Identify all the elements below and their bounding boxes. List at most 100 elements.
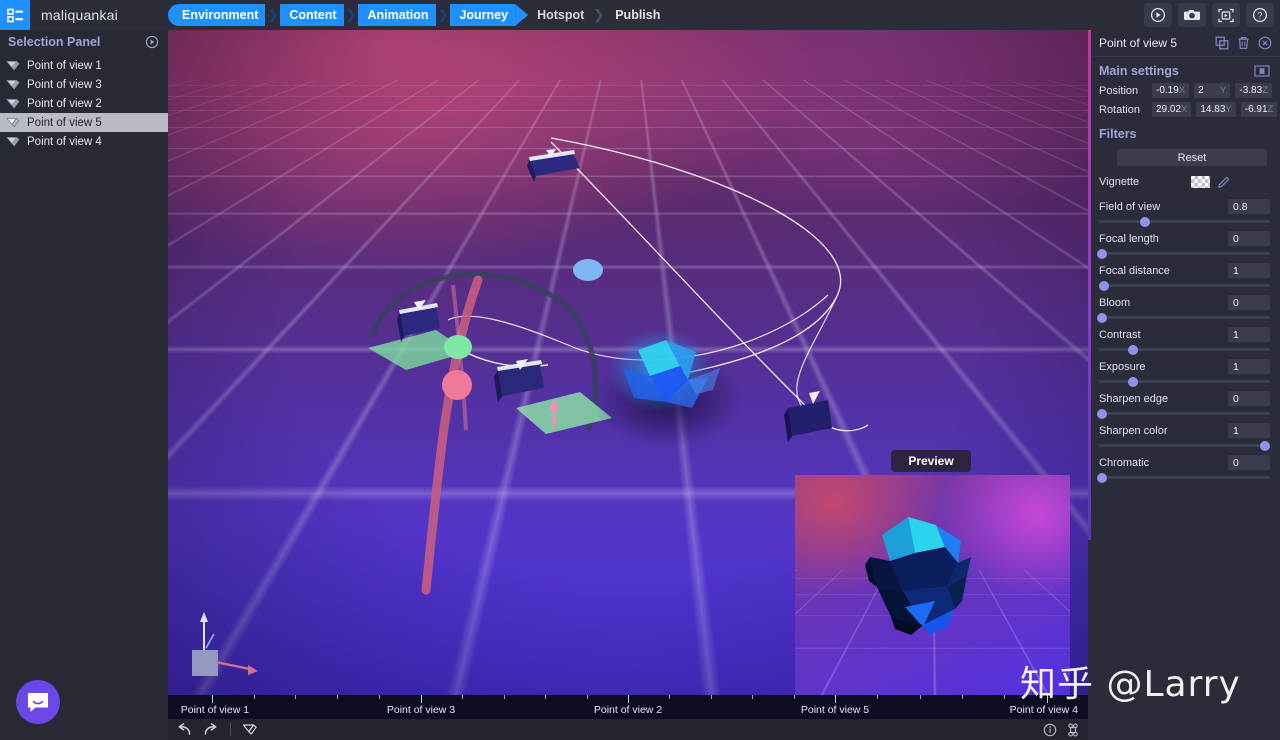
trash-icon[interactable]	[1237, 36, 1250, 50]
screenshot-button[interactable]	[1178, 3, 1206, 27]
preview-label: Preview	[891, 450, 971, 472]
position-x-input[interactable]: -0.19 X	[1152, 83, 1190, 98]
timeline-toolbar	[168, 719, 1088, 740]
axis-gizmo	[192, 612, 258, 676]
app-menu-button[interactable]	[0, 0, 30, 30]
list-item-label: Point of view 4	[27, 135, 102, 148]
breadcrumb-item-hotspot[interactable]: Hotspot	[528, 4, 591, 26]
slider-thumb[interactable]	[1097, 408, 1108, 419]
list-item[interactable]: Point of view 3	[0, 75, 168, 94]
list-item[interactable]: Point of view 4	[0, 132, 168, 151]
pencil-icon[interactable]	[1217, 176, 1230, 189]
slider-track[interactable]	[1097, 472, 1270, 483]
breadcrumb-item-content[interactable]: Content	[280, 4, 344, 26]
list-item-label: Point of view 2	[27, 97, 102, 110]
breadcrumb-item-animation[interactable]: Animation	[358, 4, 436, 26]
axis-label: X	[1181, 104, 1188, 115]
info-circle-icon[interactable]	[1043, 723, 1057, 737]
slider-label: Bloom	[1099, 296, 1131, 309]
close-circle-icon[interactable]	[1258, 36, 1272, 50]
timeline-ruler[interactable]: Point of view 1 Point of view 3 Point of…	[168, 695, 1088, 719]
selection-panel-title: Selection Panel	[8, 35, 101, 49]
timeline-keyframe-label[interactable]: Point of view 3	[387, 704, 455, 716]
slider-track[interactable]	[1099, 376, 1270, 387]
slider-track[interactable]	[1099, 440, 1270, 451]
slider-thumb[interactable]	[1097, 472, 1108, 483]
slider-value-input[interactable]: 0	[1228, 391, 1270, 406]
field-value: 2	[1198, 85, 1204, 96]
record-video-button[interactable]	[1212, 3, 1240, 27]
position-z-input[interactable]: -3.83 Z	[1235, 83, 1272, 98]
duplicate-icon[interactable]	[1215, 36, 1229, 50]
support-chat-button[interactable]	[16, 680, 60, 724]
rotation-z-input[interactable]: -6.91 Z	[1240, 102, 1278, 117]
slider-label: Chromatic	[1099, 456, 1150, 469]
viewpoint-list: Point of view 1 Point of view 3 Point of…	[0, 54, 168, 151]
timeline-tick-major	[835, 695, 836, 703]
breadcrumb-item-environment[interactable]: Environment	[168, 4, 266, 26]
reset-filters-button[interactable]: Reset	[1117, 149, 1267, 166]
breadcrumb-item-journey[interactable]: Journey	[450, 4, 516, 26]
field-value: -3.83	[1239, 85, 1263, 96]
slider-value-input[interactable]: 1	[1228, 327, 1270, 342]
timeline-tick	[961, 695, 963, 699]
breadcrumb-item-publish[interactable]: Publish	[606, 4, 667, 26]
position-y-input[interactable]: 2 Y	[1194, 83, 1231, 98]
slider-track[interactable]	[1099, 280, 1270, 291]
panel-expand-icon[interactable]	[1254, 65, 1270, 77]
slider-value-input[interactable]: 0	[1228, 231, 1270, 246]
slider-value-input[interactable]: 0.8	[1228, 199, 1270, 214]
timeline-tick-major	[421, 695, 422, 703]
slider-track[interactable]	[1097, 408, 1270, 419]
field-value: 14.83	[1200, 104, 1226, 115]
slider-thumb[interactable]	[1097, 248, 1108, 259]
slider-track[interactable]	[1099, 344, 1270, 355]
vignette-swatch[interactable]	[1191, 176, 1211, 188]
slider-thumb[interactable]	[1259, 440, 1270, 451]
command-key-icon[interactable]	[1066, 722, 1080, 737]
timeline-keyframe-label[interactable]: Point of view 5	[801, 704, 869, 716]
slider-value-input[interactable]: 0	[1228, 295, 1270, 310]
slider-value-input[interactable]: 0	[1228, 455, 1270, 470]
slider-track[interactable]	[1097, 312, 1270, 323]
section-label: Filters	[1099, 127, 1137, 141]
list-grid-icon	[6, 8, 23, 22]
viewport-3d[interactable]: Preview	[168, 30, 1088, 695]
timeline-keyframe-label[interactable]: Point of view 1	[181, 704, 249, 716]
field-value: 29.02	[1156, 104, 1182, 115]
chevron-right-icon: ❯	[593, 7, 605, 22]
svg-text:?: ?	[1257, 10, 1262, 20]
timeline-tick	[586, 695, 588, 699]
rotation-y-input[interactable]: 14.83 Y	[1196, 102, 1236, 117]
slider-track[interactable]	[1099, 216, 1270, 227]
list-item[interactable]: Point of view 1	[0, 56, 168, 75]
slider-thumb[interactable]	[1128, 344, 1139, 355]
slider-value-input[interactable]: 1	[1228, 263, 1270, 278]
slider-label: Focal length	[1099, 232, 1159, 245]
redo-icon[interactable]	[202, 722, 219, 737]
slider-label: Focal distance	[1099, 264, 1170, 277]
play-button[interactable]	[1144, 3, 1172, 27]
rotation-x-input[interactable]: 29.02 X	[1152, 102, 1192, 117]
slider-thumb[interactable]	[1099, 280, 1110, 291]
camera-gizmo	[527, 149, 580, 182]
chevron-right-icon: ❯	[345, 7, 357, 22]
slider-thumb[interactable]	[1140, 216, 1151, 227]
undo-icon[interactable]	[176, 722, 193, 737]
slider-thumb[interactable]	[1097, 312, 1108, 323]
help-button[interactable]: ?	[1246, 3, 1274, 27]
slider-value-input[interactable]: 1	[1228, 359, 1270, 374]
list-item-selected[interactable]: Point of view 5	[0, 113, 168, 132]
list-item[interactable]: Point of view 2	[0, 94, 168, 113]
timeline-keyframe-label[interactable]: Point of view 2	[594, 704, 662, 716]
field-value: -6.91	[1244, 104, 1268, 115]
viewpoint-gizmo-icon[interactable]	[242, 723, 258, 737]
timeline-tick	[752, 695, 754, 699]
breadcrumb-label: Publish	[615, 8, 661, 22]
slider-thumb[interactable]	[1128, 376, 1139, 387]
list-item-label: Point of view 5	[27, 116, 102, 129]
breadcrumb: Environment ❯ Content ❯ Animation ❯ Jour…	[168, 4, 667, 26]
slider-value-input[interactable]: 1	[1228, 423, 1270, 438]
slider-track[interactable]	[1097, 248, 1270, 259]
collapse-circle-icon[interactable]	[145, 35, 159, 49]
